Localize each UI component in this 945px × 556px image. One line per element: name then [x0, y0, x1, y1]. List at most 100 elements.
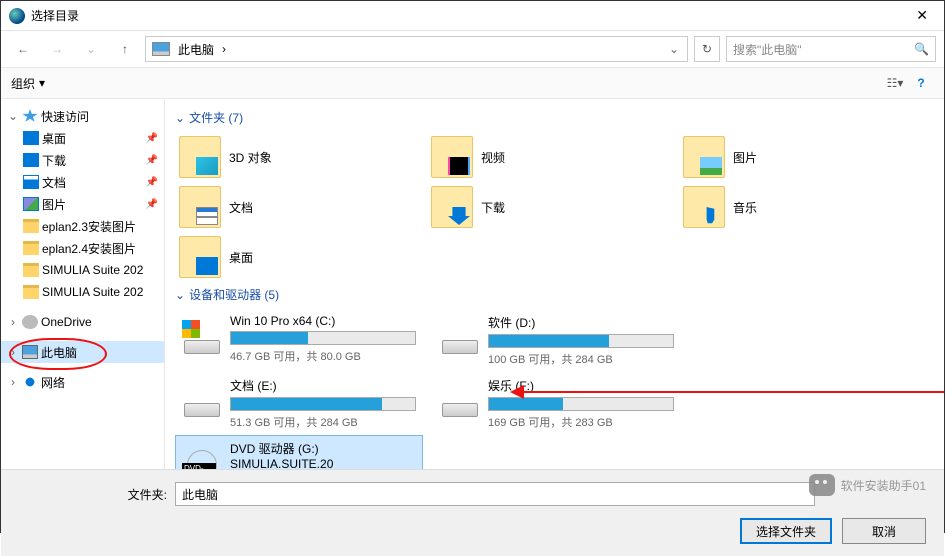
toolbar: 组织▾ ☷ ▾ ?	[1, 67, 944, 99]
select-folder-button[interactable]: 选择文件夹	[740, 518, 832, 544]
folder-icon	[23, 153, 39, 167]
cloud-icon	[22, 315, 38, 329]
tree-item-label: eplan2.3安装图片	[42, 218, 136, 235]
tree-item-label: 文档	[42, 174, 66, 191]
folder-item[interactable]: 音乐	[679, 182, 931, 232]
main-area: ⌄ 快速访问 桌面 📌 下载 📌 文档📌 图片 📌 eplan2.3安装图片 eplan2.4安…	[1, 99, 944, 469]
forward-button[interactable]: →	[43, 35, 71, 63]
folder-item[interactable]: 文档	[175, 182, 427, 232]
tree-item-label: eplan2.4安装图片	[42, 240, 136, 257]
folder-icon	[431, 186, 473, 228]
folder-icon	[431, 136, 473, 178]
folder-icon	[23, 175, 39, 189]
view-options-button[interactable]: ☷ ▾	[882, 72, 908, 94]
drive-icon	[440, 314, 480, 354]
chevron-down-icon[interactable]: ⌄	[7, 109, 19, 123]
tree-this-pc[interactable]: › 此电脑	[1, 341, 164, 363]
refresh-button[interactable]: ↻	[694, 36, 720, 62]
drive-item[interactable]: Win 10 Pro x64 (C:)46.7 GB 可用，共 80.0 GB	[175, 309, 423, 372]
folder-item[interactable]: 图片	[679, 132, 931, 182]
search-box[interactable]: 搜索"此电脑" 🔍	[726, 36, 936, 62]
tree-item[interactable]: eplan2.4安装图片	[1, 237, 164, 259]
titlebar: 选择目录 ✕	[1, 1, 944, 31]
drive-item[interactable]: 软件 (D:)100 GB 可用，共 284 GB	[433, 309, 681, 372]
folder-icon	[23, 219, 39, 233]
help-button[interactable]: ?	[908, 72, 934, 94]
up-button[interactable]: ↑	[111, 35, 139, 63]
back-button[interactable]: ←	[9, 35, 37, 63]
folder-icon	[23, 285, 39, 299]
folder-icon	[683, 186, 725, 228]
star-icon	[22, 109, 38, 123]
group-folders-header[interactable]: ⌄ 文件夹 (7)	[175, 109, 934, 126]
usage-bar	[488, 397, 674, 411]
drive-icon	[182, 377, 222, 417]
folder-item[interactable]: 3D 对象	[175, 132, 427, 182]
recent-dropdown[interactable]: ⌄	[77, 35, 105, 63]
folder-icon	[23, 263, 39, 277]
drive-icon	[440, 377, 480, 417]
app-icon	[9, 8, 25, 24]
pin-icon: 📌	[146, 199, 158, 210]
tree-item-label: 下载	[42, 152, 66, 169]
folder-name: 图片	[733, 149, 757, 166]
pin-icon: 📌	[146, 133, 158, 144]
drive-icon	[182, 440, 222, 469]
tree-item[interactable]: 文档📌	[1, 171, 164, 193]
nav-row: ← → ⌄ ↑ 此电脑 › ⌄ ↻ 搜索"此电脑" 🔍	[1, 31, 944, 67]
folder-field[interactable]: 此电脑	[175, 482, 815, 506]
tree-quick-access[interactable]: ⌄ 快速访问	[1, 105, 164, 127]
folder-item[interactable]: 视频	[427, 132, 679, 182]
search-placeholder: 搜索"此电脑"	[733, 41, 914, 58]
chevron-right-icon[interactable]: ›	[7, 315, 19, 329]
group-drives-header[interactable]: ⌄ 设备和驱动器 (5)	[175, 286, 934, 303]
address-dropdown[interactable]: ⌄	[663, 42, 685, 56]
wechat-icon	[809, 474, 835, 496]
chevron-down-icon: ⌄	[175, 111, 185, 125]
chevron-right-icon[interactable]: ›	[7, 345, 19, 359]
chevron-down-icon: ⌄	[175, 288, 185, 302]
organize-button[interactable]: 组织▾	[11, 75, 45, 92]
close-button[interactable]: ✕	[908, 7, 936, 24]
address-bar[interactable]: 此电脑 › ⌄	[145, 36, 688, 62]
drive-item[interactable]: 文档 (E:)51.3 GB 可用，共 284 GB	[175, 372, 423, 435]
drive-name: 文档 (E:)	[230, 377, 416, 394]
folder-name: 桌面	[229, 249, 253, 266]
tree-item[interactable]: eplan2.3安装图片	[1, 215, 164, 237]
pin-icon: 📌	[146, 155, 158, 166]
folder-icon	[683, 136, 725, 178]
tree-item[interactable]: SIMULIA Suite 202	[1, 281, 164, 303]
drive-name: DVD 驱动器 (G:)SIMULIA.SUITE.20	[230, 440, 416, 469]
tree-onedrive[interactable]: › OneDrive	[1, 311, 164, 333]
chevron-right-icon[interactable]: ›	[7, 375, 19, 389]
usage-bar	[230, 331, 416, 345]
usage-bar	[488, 334, 674, 348]
folder-icon	[179, 186, 221, 228]
pc-icon	[22, 345, 38, 359]
tree-item-label: SIMULIA Suite 202	[42, 263, 143, 277]
cancel-button[interactable]: 取消	[842, 518, 926, 544]
folder-item[interactable]: 下载	[427, 182, 679, 232]
tree-item[interactable]: 桌面 📌	[1, 127, 164, 149]
tree-item[interactable]: SIMULIA Suite 202	[1, 259, 164, 281]
window-title: 选择目录	[31, 7, 908, 24]
drive-item[interactable]: 娱乐 (F:)169 GB 可用，共 283 GB	[433, 372, 681, 435]
folder-item[interactable]: 桌面	[175, 232, 427, 282]
usage-bar	[230, 397, 416, 411]
tree-item[interactable]: 图片 📌	[1, 193, 164, 215]
drive-icon	[182, 314, 222, 354]
tree-item[interactable]: 下载 📌	[1, 149, 164, 171]
folder-name: 音乐	[733, 199, 757, 216]
network-icon	[22, 375, 38, 389]
breadcrumb-chevron[interactable]: ›	[218, 42, 230, 56]
tree-network[interactable]: › 网络	[1, 371, 164, 393]
tree-item-label: 桌面	[42, 130, 66, 147]
content-pane: ⌄ 文件夹 (7) 3D 对象 视频 图片文档 下载 音乐桌面 ⌄ 设备和驱动器 (5)…	[165, 99, 944, 469]
search-icon: 🔍	[914, 42, 929, 56]
tree-item-label: 图片	[42, 196, 66, 213]
folder-name: 文档	[229, 199, 253, 216]
drive-item[interactable]: DVD 驱动器 (G:)SIMULIA.SUITE.200 字节 可用，共 8.…	[175, 435, 423, 469]
watermark: 软件安装助手01	[809, 474, 926, 496]
folder-name: 下载	[481, 199, 505, 216]
folder-name: 3D 对象	[229, 149, 272, 166]
